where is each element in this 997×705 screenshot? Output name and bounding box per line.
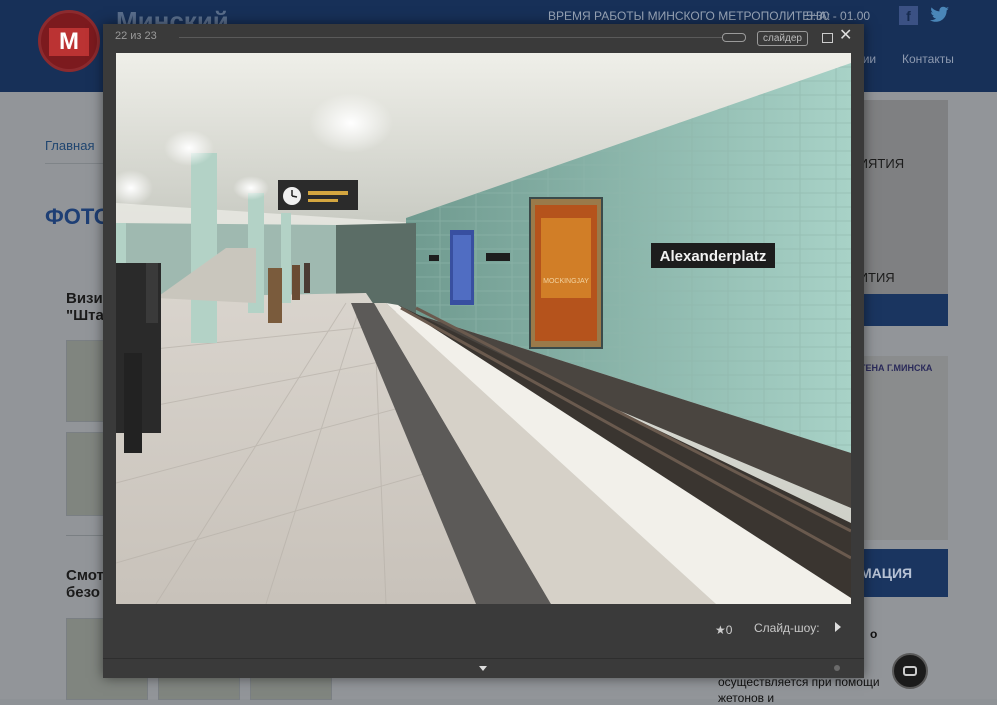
gallery-photo[interactable]: MOCKINGJAY Alexanderplatz xyxy=(116,53,851,604)
maximize-icon[interactable] xyxy=(822,33,833,43)
photo-lightbox: 22 из 23 слайдер ✕ MOCKINGJAY Alexanderp… xyxy=(103,24,864,678)
station-photo-illustration: MOCKINGJAY Alexanderplatz xyxy=(116,53,851,604)
chat-icon xyxy=(903,666,917,676)
slideshow-label[interactable]: Слайд-шоу: xyxy=(754,621,820,635)
metro-map-thumbnail[interactable] xyxy=(850,356,948,540)
work-hours-label: ВРЕМЯ РАБОТЫ МИНСКОГО МЕТРОПОЛИТЕНА: xyxy=(548,9,831,23)
image-counter: 22 из 23 xyxy=(115,30,157,42)
metro-logo[interactable]: M xyxy=(38,10,100,72)
info-text-fragment: о xyxy=(870,627,878,641)
info-section-header: МАЦИЯ xyxy=(850,549,948,597)
page-title: ФОТО xyxy=(45,204,111,229)
info-section-header-text: МАЦИЯ xyxy=(860,565,913,581)
station-sign-text: Alexanderplatz xyxy=(660,248,767,265)
gallery-scroll-track[interactable] xyxy=(179,37,744,38)
logo-letter: M xyxy=(49,28,89,56)
indicator-dot xyxy=(834,665,840,671)
twitter-icon[interactable] xyxy=(930,6,950,25)
section-title-2[interactable]: Смот безо xyxy=(66,567,104,601)
work-hours-value: 5:30 - 01.00 xyxy=(806,9,871,23)
facebook-icon[interactable]: f xyxy=(899,6,918,25)
nav-item-contacts[interactable]: Контакты xyxy=(902,52,954,66)
gallery-thumbnail[interactable] xyxy=(66,432,106,516)
section-divider xyxy=(66,535,104,536)
gallery-scroll-handle[interactable] xyxy=(722,33,746,42)
right-sidebar-menu xyxy=(850,100,948,295)
section-title-2-line1: Смот xyxy=(66,567,104,584)
section-title-1-line2: "Шта xyxy=(66,307,104,324)
section-title-2-line2: безо xyxy=(66,584,100,601)
info-text-line: жетонов и xyxy=(718,691,775,705)
close-icon[interactable]: ✕ xyxy=(839,28,852,44)
section-title-1-line1: Визи xyxy=(66,290,103,307)
sidebar-blue-bar xyxy=(850,294,948,326)
metro-map-title: ТЕНА Г.МИНСКА xyxy=(860,363,933,373)
breadcrumb-home[interactable]: Главная xyxy=(45,138,94,153)
gallery-thumbnail[interactable] xyxy=(66,340,106,422)
chat-button[interactable] xyxy=(892,653,928,689)
chevron-down-icon[interactable] xyxy=(479,666,487,671)
breadcrumb-divider xyxy=(45,163,105,164)
play-icon[interactable] xyxy=(835,622,841,632)
slider-mode-button[interactable]: слайдер xyxy=(757,31,808,46)
rating-count: 0 xyxy=(725,623,733,637)
rating-widget[interactable]: ★0 xyxy=(715,623,732,637)
lightbox-footer-divider xyxy=(103,658,864,659)
poster-title: MOCKINGJAY xyxy=(543,278,589,285)
section-title-1[interactable]: Визи "Шта xyxy=(66,290,104,324)
